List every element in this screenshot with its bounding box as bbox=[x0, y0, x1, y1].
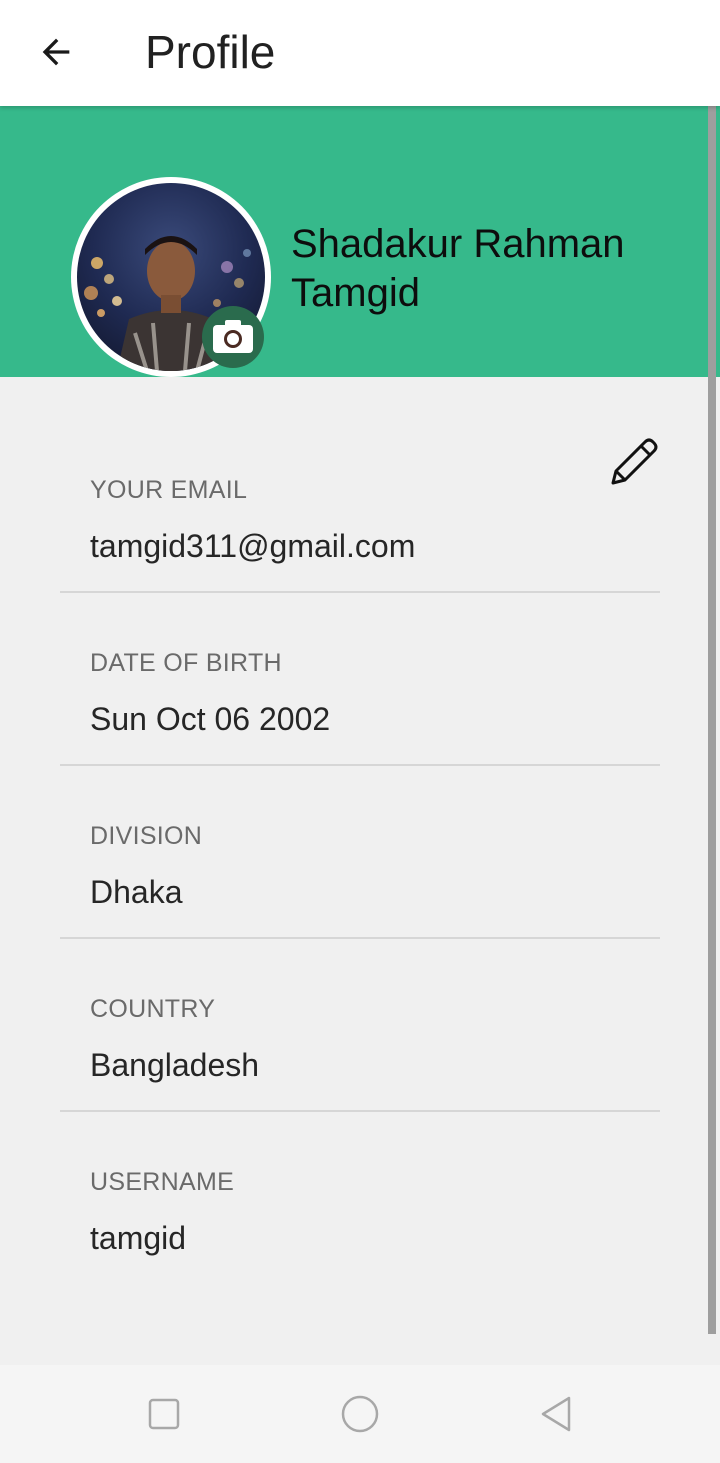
page-title: Profile bbox=[145, 26, 276, 78]
back-button[interactable] bbox=[30, 26, 82, 78]
scrollbar[interactable] bbox=[708, 106, 716, 1334]
username-value: tamgid bbox=[90, 1220, 187, 1256]
field-username: USERNAME tamgid bbox=[60, 1112, 660, 1285]
field-division: DIVISION Dhaka bbox=[60, 766, 660, 939]
country-value: Bangladesh bbox=[90, 1047, 260, 1083]
username-label: USERNAME bbox=[90, 1168, 235, 1196]
field-date-of-birth: DATE OF BIRTH Sun Oct 06 2002 bbox=[60, 593, 660, 766]
square-icon bbox=[148, 1398, 180, 1430]
circle-icon bbox=[341, 1395, 379, 1433]
triangle-back-icon bbox=[541, 1396, 571, 1432]
arrow-left-icon bbox=[42, 38, 70, 66]
recents-button[interactable] bbox=[141, 1391, 187, 1437]
field-country: COUNTRY Bangladesh bbox=[60, 939, 660, 1112]
system-back-button[interactable] bbox=[533, 1391, 579, 1437]
system-nav-bar bbox=[0, 1365, 720, 1463]
email-value: tamgid311@gmail.com bbox=[90, 528, 416, 564]
field-email: YOUR EMAIL tamgid311@gmail.com bbox=[60, 420, 660, 593]
app-bar: Profile bbox=[0, 0, 720, 106]
date-of-birth-label: DATE OF BIRTH bbox=[90, 649, 282, 677]
email-label: YOUR EMAIL bbox=[90, 476, 248, 504]
camera-icon bbox=[213, 320, 253, 353]
change-photo-button[interactable] bbox=[202, 306, 264, 368]
country-label: COUNTRY bbox=[90, 995, 216, 1023]
division-value: Dhaka bbox=[90, 874, 183, 910]
date-of-birth-value: Sun Oct 06 2002 bbox=[90, 701, 331, 737]
profile-header: Shadakur Rahman Tamgid bbox=[0, 106, 720, 377]
home-button[interactable] bbox=[337, 1391, 383, 1437]
profile-name: Shadakur Rahman Tamgid bbox=[291, 222, 625, 315]
division-label: DIVISION bbox=[90, 822, 203, 850]
